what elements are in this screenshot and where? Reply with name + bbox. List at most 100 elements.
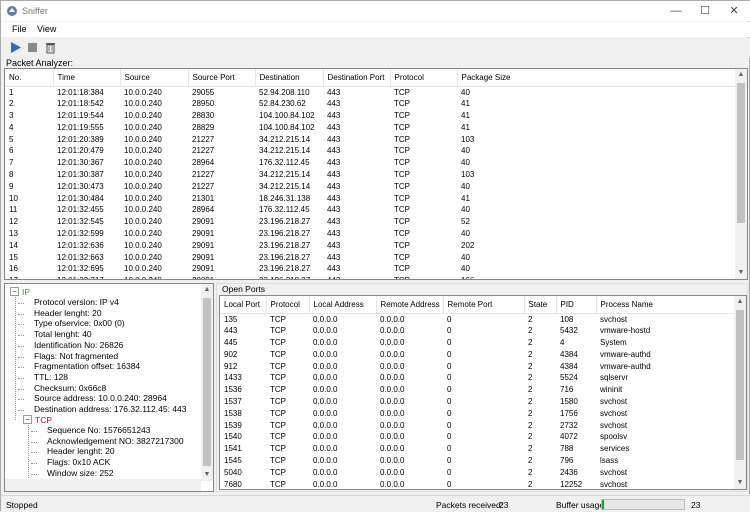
packet-row[interactable]: 1712:01:32:71710.0.0.2402909123.196.218.… [5,275,737,279]
tree-scroll-thumb[interactable] [203,298,211,466]
tree-scrollbar[interactable]: ▲ ▼ [201,284,213,481]
packet-cell: 12:01:18:384 [57,87,104,97]
port-column-header[interactable]: Remote Port [443,296,525,314]
packet-cell: 41 [461,193,470,203]
port-row[interactable]: 445 TCP 0.0.0.0 0.0.0.0 0 2 4 System [220,337,734,349]
tree-item[interactable]: Fragmentation offset: 16384 [34,361,140,371]
tree-item[interactable]: Header lenght: 20 [34,308,102,318]
packet-column-header[interactable]: Destination [255,69,324,87]
port-row[interactable]: 1536 TCP 0.0.0.0 0.0.0.0 0 2 716 wininit [220,384,734,396]
packet-row[interactable]: 10 12:01:30:484 10.0.0.240 21301 18.246.31.1… [5,192,737,204]
tree-item[interactable]: Source address: 10.0.0.240: 28964 [34,393,167,403]
port-column-header[interactable]: Local Port [220,296,267,314]
packet-column-header[interactable]: Protocol [390,69,458,87]
packet-row[interactable]: 5 12:01:20:389 10.0.0.240 21227 34.212.215.1… [5,133,737,145]
tree-node-ip[interactable]: IP [22,287,30,297]
packet-row[interactable]: 3 12:01:19:544 10.0.0.240 28830 104.100.84.1… [5,110,737,122]
tree-item[interactable]: Flags: Not fragmented [34,351,118,361]
packet-column-header[interactable]: No. [5,69,54,87]
ports-scroll-thumb[interactable] [736,310,744,460]
packet-row[interactable]: 12 12:01:32:545 10.0.0.240 29091 23.196.218.… [5,216,737,228]
open-ports-scrollbar[interactable]: ▲ ▼ [734,296,746,489]
tree-item[interactable]: TTL: 128 [34,372,68,382]
trash-icon[interactable] [44,41,57,54]
port-column-header[interactable]: PID [556,296,597,314]
ports-scroll-down-icon[interactable]: ▼ [734,477,746,489]
port-column-header[interactable]: State [524,296,557,314]
collapse-tcp-icon[interactable]: − [23,415,32,424]
port-row[interactable]: 902 TCP 0.0.0.0 0.0.0.0 0 2 4384 vmware-authd [220,348,734,360]
packet-row[interactable]: 15 12:01:32:663 10.0.0.240 29091 23.196.218.… [5,251,737,263]
tree-item[interactable]: Type ofservice: 0x00 (0) [34,318,125,328]
open-ports-list[interactable]: Local Port Protocol Local Address Remote Ad… [219,295,747,490]
tree-item[interactable]: Acknowledgement NO: 3827217300 [47,436,184,446]
tree-item[interactable]: Window size: 252 [47,468,114,478]
port-row[interactable]: 443 TCP 0.0.0.0 0.0.0.0 0 2 5432 vmware-hostd [220,325,734,337]
packet-column-header[interactable]: Source [120,69,189,87]
menu-file[interactable]: File [12,24,27,34]
port-cell: 0.0.0.0 [380,385,405,395]
packet-column-header[interactable]: Source Port [188,69,256,87]
play-icon[interactable] [9,41,22,54]
packet-row[interactable]: 16 12:01:32:695 10.0.0.240 29091 23.196.218.… [5,263,737,275]
packet-row[interactable]: 9 12:01:30:473 10.0.0.240 21227 34.212.215.1… [5,180,737,192]
packet-row[interactable]: 6 12:01:20:479 10.0.0.240 21227 34.212.215.1… [5,145,737,157]
tree-hscrollbar[interactable] [5,479,201,491]
tree-scroll-down-icon[interactable]: ▼ [201,469,213,481]
packet-list[interactable]: No. Time Source Source Port Destination Desti… [4,68,748,280]
packet-column-header[interactable]: Destination Port [323,69,391,87]
tree-scroll-up-icon[interactable]: ▲ [201,284,213,296]
port-row[interactable]: 1540 TCP 0.0.0.0 0.0.0.0 0 2 4072 spoolsv [220,431,734,443]
port-row[interactable]: 135 TCP 0.0.0.0 0.0.0.0 0 2 108 svchost [220,313,734,325]
port-row[interactable]: 1537 TCP 0.0.0.0 0.0.0.0 0 2 1580 svchost [220,396,734,408]
port-cell: 0.0.0.0 [313,326,338,336]
port-row[interactable]: 1433 TCP 0.0.0.0 0.0.0.0 0 2 5524 sqlservr [220,372,734,384]
port-column-header[interactable]: Process Name [596,296,735,314]
port-cell: 0.0.0.0 [380,444,405,454]
port-row[interactable]: 5040 TCP 0.0.0.0 0.0.0.0 0 2 2436 svchost [220,466,734,478]
maximize-button[interactable]: ☐ [690,1,720,21]
ports-scroll-up-icon[interactable]: ▲ [734,296,746,308]
port-cell: 2 [528,373,533,383]
tree-item[interactable]: Header lenght: 20 [47,446,115,456]
minimize-button[interactable]: — [661,1,691,21]
tree-item[interactable]: Total lenght: 40 [34,329,92,339]
tree-item[interactable]: Flags: 0x10 ACK [47,457,110,467]
port-row[interactable]: 7680 TCP 0.0.0.0 0.0.0.0 0 2 12252 svchost [220,478,734,489]
tree-item[interactable]: Checksum: 0x66c8 [34,383,106,393]
port-column-header[interactable]: Local Address [309,296,377,314]
packet-row[interactable]: 8 12:01:30:387 10.0.0.240 21227 34.212.215.1… [5,169,737,181]
port-row[interactable]: 1541 TCP 0.0.0.0 0.0.0.0 0 2 788 services [220,443,734,455]
port-column-header[interactable]: Protocol [266,296,310,314]
scroll-down-icon[interactable]: ▼ [735,267,747,279]
packet-row[interactable]: 14 12:01:32:636 10.0.0.240 29091 23.196.218.… [5,239,737,251]
collapse-ip-icon[interactable]: − [10,287,19,296]
scroll-up-icon[interactable]: ▲ [735,69,747,81]
packet-detail-tree[interactable]: − IP Protocol version: IP v4 Header lengh… [4,283,214,492]
packet-list-scrollbar[interactable]: ▲ ▼ [735,69,747,279]
packet-column-header[interactable]: Package Size [457,69,738,87]
tree-item[interactable]: Identification No: 26826 [34,340,123,350]
packet-row[interactable]: 13 12:01:32:599 10.0.0.240 29091 23.196.218.… [5,228,737,240]
port-row[interactable]: 912 TCP 0.0.0.0 0.0.0.0 0 2 4384 vmware-authd [220,360,734,372]
packet-row[interactable]: 2 12:01:18:542 10.0.0.240 28950 52.84.230.62… [5,98,737,110]
close-button[interactable]: ✕ [719,1,749,21]
packet-row[interactable]: 1 12:01:18:384 10.0.0.240 29055 52.94.208.11… [5,86,737,98]
port-row[interactable]: 1545 TCP 0.0.0.0 0.0.0.0 0 2 796 lsass [220,455,734,467]
stop-icon[interactable] [26,41,39,54]
packet-row[interactable]: 11 12:01:32:455 10.0.0.240 28964 176.32.112.… [5,204,737,216]
tree-node-tcp[interactable]: TCP [35,415,52,425]
port-row[interactable]: 1538 TCP 0.0.0.0 0.0.0.0 0 2 1756 svchost [220,407,734,419]
tree-item[interactable]: Destination address: 176.32.112.45: 443 [34,404,186,414]
port-column-header[interactable]: Remote Address [376,296,444,314]
packet-row[interactable]: 4 12:01:19:555 10.0.0.240 28829 104.100.84.1… [5,121,737,133]
port-row[interactable]: 1539 TCP 0.0.0.0 0.0.0.0 0 2 2732 svchost [220,419,734,431]
sniffer-window: Sniffer — ☐ ✕ File View Packet Analyzer: [0,0,750,512]
packet-column-header[interactable]: Time [53,69,121,87]
port-cell: 796 [560,455,574,465]
scroll-thumb[interactable] [737,83,745,223]
packet-row[interactable]: 7 12:01:30:367 10.0.0.240 28964 176.32.112.4… [5,157,737,169]
tree-item[interactable]: Protocol version: IP v4 [34,297,119,307]
tree-item[interactable]: Sequence No: 1576651243 [47,425,151,435]
menu-view[interactable]: View [37,24,56,34]
